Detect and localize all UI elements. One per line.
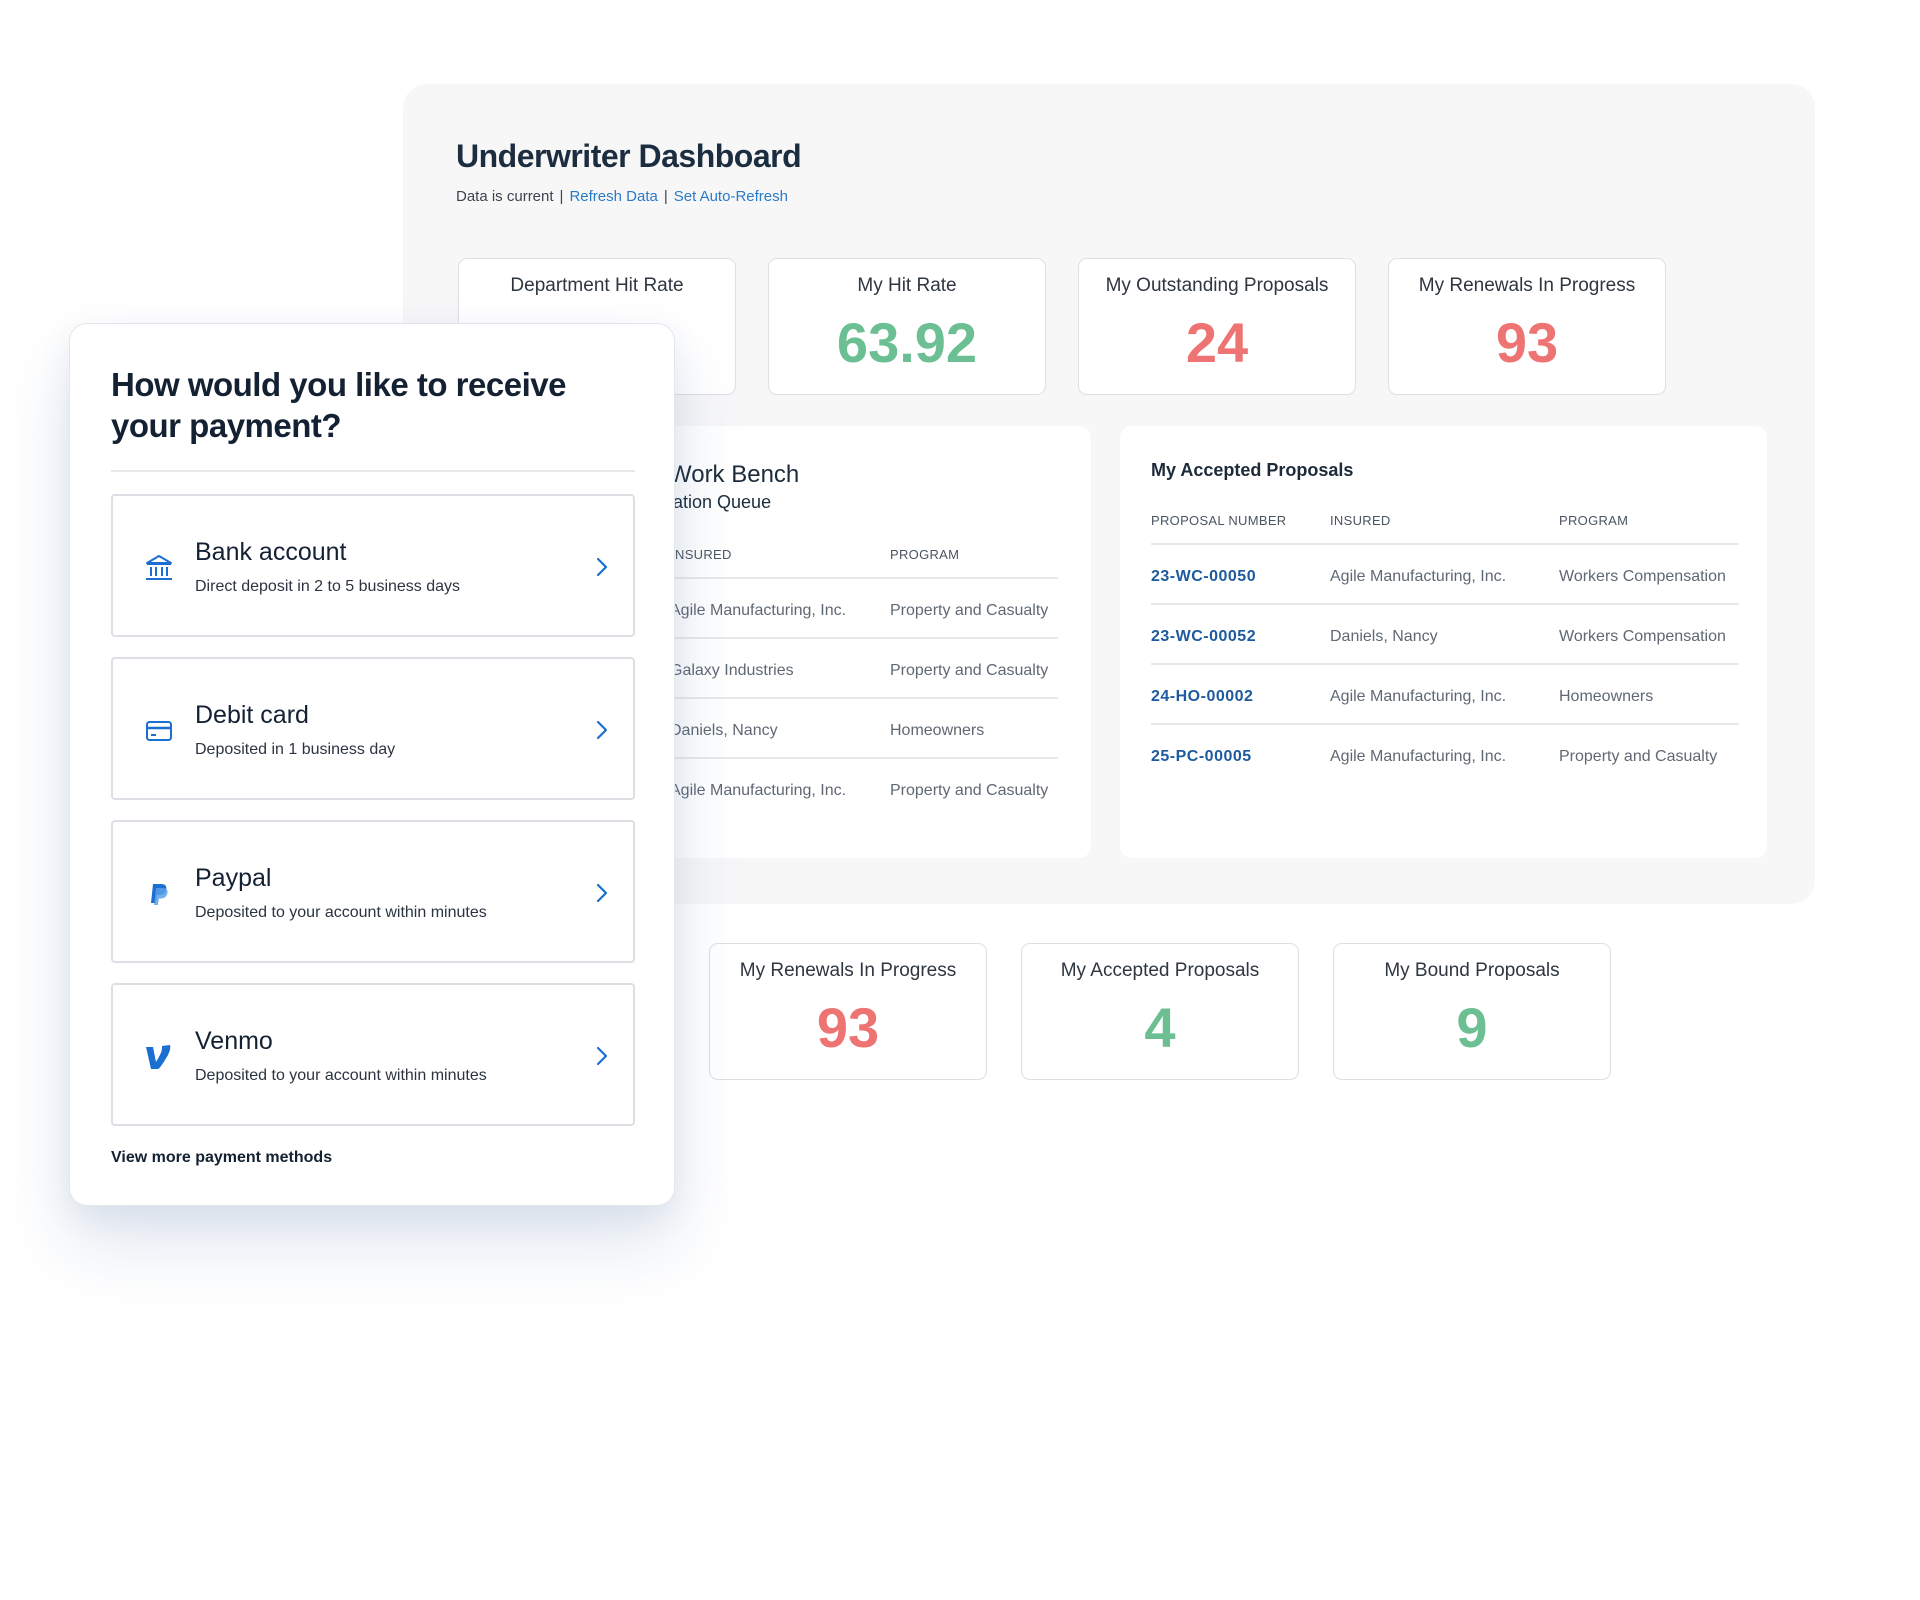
cell-program: Homeowners — [1559, 688, 1654, 705]
cell-insured: Daniels, Nancy — [670, 722, 778, 739]
row-divider — [1151, 723, 1739, 725]
cell-program: Workers Compensation — [1559, 568, 1726, 585]
cell-insured: Agile Manufacturing, Inc. — [1330, 748, 1507, 765]
stat-label: Department Hit Rate — [510, 275, 684, 296]
bank-icon — [146, 555, 172, 580]
option-name: Bank account — [195, 538, 347, 566]
option-description: Deposited in 1 business day — [195, 741, 396, 758]
proposal-number-link[interactable]: 24-HO-00002 — [1151, 688, 1253, 706]
cell-program: Workers Compensation — [1559, 628, 1726, 645]
proposal-number-link[interactable]: 25-PC-00005 — [1151, 748, 1252, 766]
option-venmo[interactable]: Venmo Deposited to your account within m… — [111, 983, 635, 1126]
row-divider — [658, 697, 1058, 699]
payment-method-card: How would you like to receive your payme… — [69, 323, 675, 1206]
set-auto-refresh-link[interactable]: Set Auto-Refresh — [674, 188, 788, 205]
stat-card-renewals-in-progress: My Renewals In Progress 93 — [709, 943, 987, 1080]
option-paypal[interactable]: Paypal Deposited to your account within … — [111, 820, 635, 963]
stat-card-renewals-in-progress: My Renewals In Progress 93 — [1388, 258, 1666, 395]
row-divider — [658, 637, 1058, 639]
option-name: Paypal — [195, 864, 272, 892]
proposal-number-link[interactable]: 23-WC-00052 — [1151, 628, 1256, 646]
option-name: Debit card — [195, 701, 309, 729]
cell-insured: Agile Manufacturing, Inc. — [670, 782, 847, 799]
option-name: Venmo — [195, 1027, 273, 1055]
chevron-right-icon — [596, 557, 608, 577]
stat-value: 9 — [1456, 996, 1488, 1059]
chevron-right-icon — [596, 1046, 608, 1066]
option-description: Direct deposit in 2 to 5 business days — [195, 578, 461, 595]
stat-card-bound-proposals: My Bound Proposals 9 — [1333, 943, 1611, 1080]
column-header-insured: INSURED — [1330, 513, 1391, 528]
card-icon — [146, 721, 172, 741]
cell-program: Homeowners — [890, 722, 985, 739]
stat-label: My Hit Rate — [857, 275, 957, 296]
view-more-payment-methods-link[interactable]: View more payment methods — [111, 1149, 332, 1167]
stat-card-my-hit-rate: My Hit Rate 63.92 — [768, 258, 1046, 395]
stat-value: 24 — [1185, 311, 1249, 374]
option-description: Deposited to your account within minutes — [195, 1067, 487, 1084]
stat-label: My Accepted Proposals — [1060, 960, 1260, 981]
chevron-right-icon — [596, 883, 608, 903]
row-divider — [1151, 543, 1739, 545]
stat-value: 93 — [1495, 311, 1559, 374]
column-header-insured: NSURED — [675, 547, 732, 562]
option-debit-card[interactable]: Debit card Deposited in 1 business day — [111, 657, 635, 800]
cell-program: Property and Casualty — [1559, 748, 1718, 765]
option-description: Deposited to your account within minutes — [195, 904, 487, 921]
cell-insured: Agile Manufacturing, Inc. — [670, 602, 847, 619]
data-status-text: Data is current — [456, 188, 554, 205]
cell-insured: Agile Manufacturing, Inc. — [1330, 688, 1507, 705]
cell-insured: Agile Manufacturing, Inc. — [1330, 568, 1507, 585]
column-header-proposal-number: PROPOSAL NUMBER — [1151, 513, 1287, 528]
cell-insured: Galaxy Industries — [670, 662, 794, 679]
stat-label: My Outstanding Proposals — [1105, 275, 1329, 296]
stat-label: My Renewals In Progress — [739, 960, 957, 981]
refresh-data-link[interactable]: Refresh Data — [569, 188, 657, 205]
cell-program: Property and Casualty — [890, 782, 1049, 799]
row-divider — [1151, 603, 1739, 605]
cell-program: Property and Casualty — [890, 662, 1049, 679]
paypal-icon — [151, 884, 168, 905]
payment-title: How would you like to receive your payme… — [111, 366, 566, 444]
stat-label: My Renewals In Progress — [1418, 275, 1636, 296]
stat-label: My Bound Proposals — [1384, 960, 1560, 981]
stat-card-outstanding-proposals: My Outstanding Proposals 24 — [1078, 258, 1356, 395]
column-header-program: PROGRAM — [890, 547, 960, 562]
row-divider — [658, 577, 1058, 579]
page-title: Underwriter Dashboard — [456, 138, 802, 174]
chevron-right-icon — [596, 720, 608, 740]
cell-program: Property and Casualty — [890, 602, 1049, 619]
stat-value: 4 — [1144, 996, 1176, 1059]
row-divider — [1151, 663, 1739, 665]
accepted-proposals-title: My Accepted Proposals — [1151, 460, 1354, 480]
column-header-program: PROGRAM — [1559, 513, 1629, 528]
data-status-bar: Data is current | Refresh Data | Set Auto-Re… — [456, 188, 788, 205]
option-bank-account[interactable]: Bank account Direct deposit in 2 to 5 bu… — [111, 494, 635, 637]
divider — [111, 470, 635, 472]
accepted-proposals-panel: My Accepted Proposals PROPOSAL NUMBER IN… — [1120, 426, 1767, 858]
stat-card-accepted-proposals: My Accepted Proposals 4 — [1021, 943, 1299, 1080]
proposal-number-link[interactable]: 23-WC-00050 — [1151, 568, 1256, 586]
separator: | — [663, 188, 668, 205]
venmo-icon — [146, 1045, 171, 1069]
cell-insured: Daniels, Nancy — [1330, 628, 1438, 645]
work-bench-subtitle: ation Queue — [673, 492, 772, 512]
separator: | — [559, 188, 564, 205]
stat-value: 93 — [816, 996, 880, 1059]
work-bench-title: Work Bench — [669, 461, 800, 488]
stat-value: 63.92 — [836, 311, 978, 374]
row-divider — [658, 757, 1058, 759]
